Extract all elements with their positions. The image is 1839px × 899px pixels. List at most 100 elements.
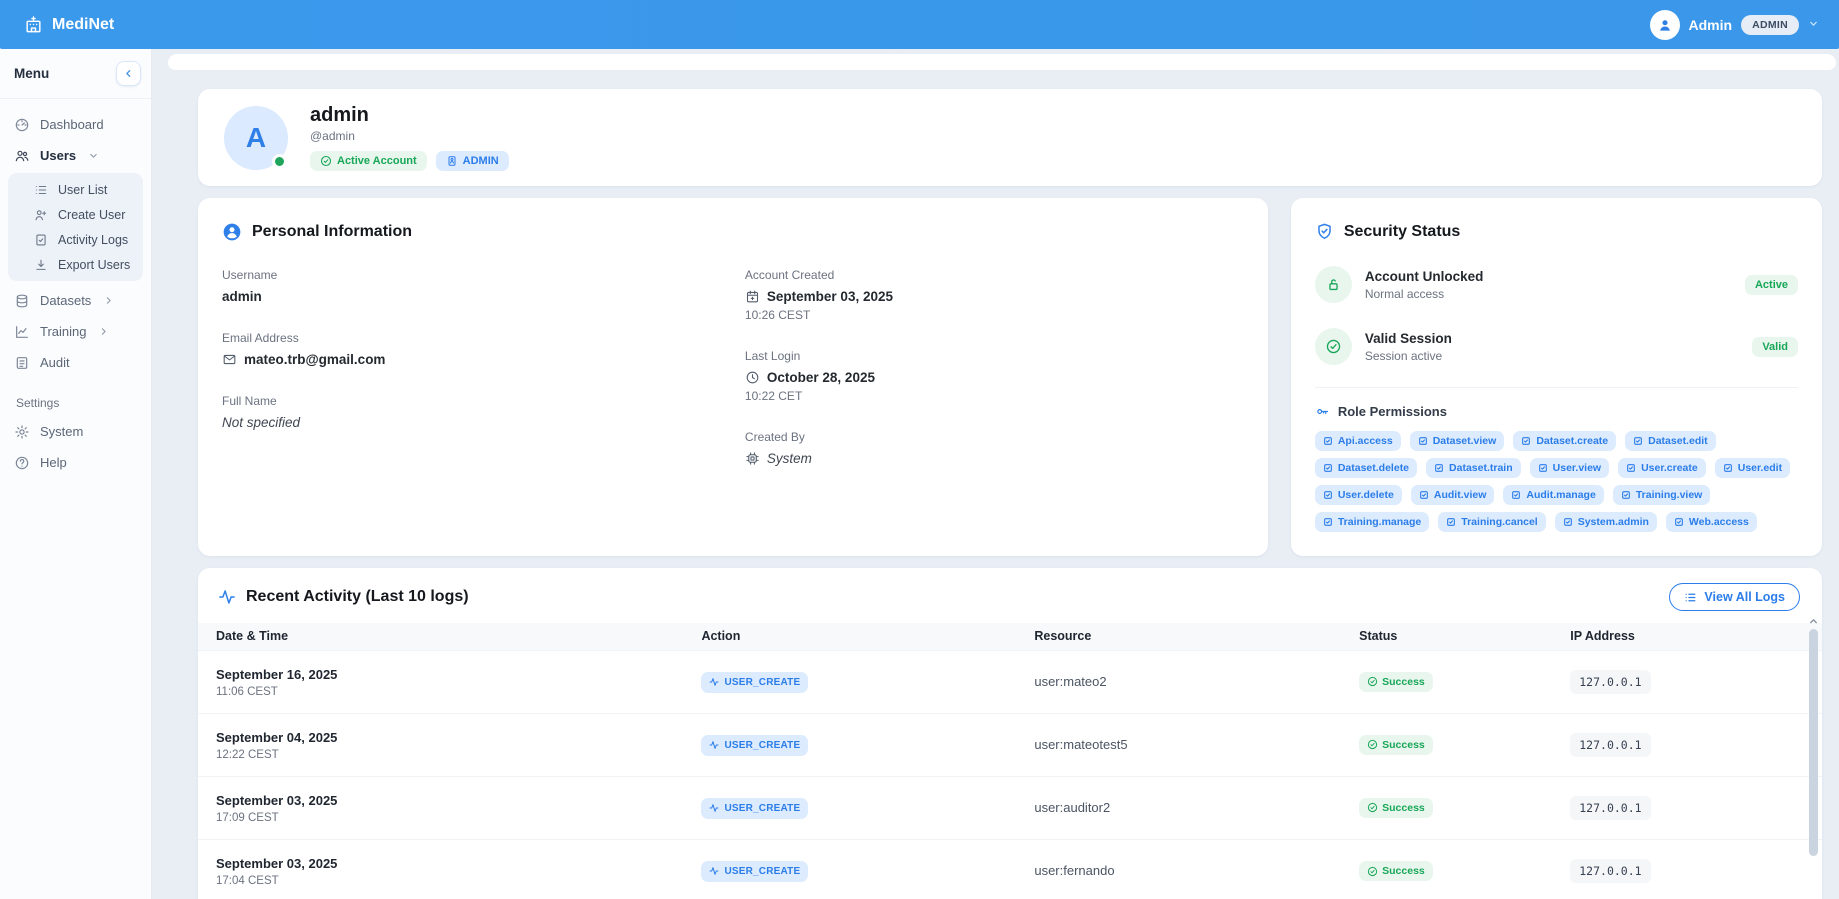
ip-address: 127.0.0.1 (1570, 670, 1651, 694)
key-icon (1315, 404, 1330, 419)
chart-line-icon (14, 324, 30, 340)
col-status: Status (1359, 623, 1571, 651)
action-badge: USER_CREATE (701, 671, 809, 693)
user-menu[interactable]: Admin ADMIN (1649, 9, 1819, 40)
security-divider (1314, 387, 1798, 388)
recent-activity-card: Recent Activity (Last 10 logs) View All … (198, 568, 1822, 899)
chevron-right-icon (103, 295, 114, 306)
settings-section-label: Settings (16, 396, 60, 410)
envelope-icon (222, 352, 237, 367)
sidebar-item-create-user[interactable]: Create User (8, 202, 143, 227)
hospital-icon (24, 15, 43, 34)
question-circle-icon (14, 455, 30, 471)
online-status-dot (272, 153, 287, 169)
permission-chips: Api.access Dataset.view Dataset.create D… (1314, 431, 1798, 532)
activity-table: Date & Time Action Resource Status IP Ad… (198, 623, 1822, 899)
col-ip: IP Address (1570, 623, 1822, 651)
doc-check-icon (34, 233, 48, 247)
chevron-down-icon (88, 150, 99, 161)
ip-address: 127.0.0.1 (1570, 859, 1651, 884)
gear-icon (14, 424, 30, 440)
user-avatar-icon (1649, 9, 1680, 40)
unlock-icon (1314, 266, 1352, 303)
table-scrollbar[interactable] (1806, 616, 1820, 899)
user-name: Admin (1688, 16, 1733, 33)
permission-chip: Dataset.train (1426, 458, 1521, 478)
sidebar-item-help[interactable]: Help (6, 447, 145, 478)
permission-chip: Dataset.delete (1314, 458, 1418, 478)
content-top-strip (168, 54, 1836, 70)
permission-chip: Audit.manage (1503, 485, 1604, 505)
status-badge-valid: Valid (1752, 336, 1798, 357)
permission-chip: Training.view (1612, 485, 1711, 505)
sidebar-item-users[interactable]: Users (6, 140, 145, 171)
permission-chip: Training.manage (1314, 512, 1430, 532)
chevron-right-icon (98, 326, 109, 337)
users-submenu: User List Create User Activity Logs Expo… (8, 173, 143, 281)
permission-chip: Training.cancel (1438, 512, 1546, 532)
check-circle-icon (1314, 328, 1352, 365)
action-badge: USER_CREATE (701, 860, 809, 882)
id-badge-icon (448, 156, 456, 166)
role-permissions-title: Role Permissions (1337, 404, 1447, 419)
sidebar-item-export-users[interactable]: Export Users (8, 252, 143, 277)
sidebar-collapse-button[interactable] (116, 61, 141, 86)
list-icon (34, 183, 48, 197)
person-circle-icon (223, 223, 241, 241)
cpu-icon (745, 451, 760, 466)
active-account-badge: Active Account (310, 151, 427, 171)
sidebar: Menu Dashboard Users User List Create Us… (0, 49, 152, 899)
profile-handle: @admin (310, 129, 355, 143)
ip-address: 127.0.0.1 (1570, 796, 1651, 820)
activity-pulse-icon (219, 590, 235, 604)
sidebar-item-activity-logs[interactable]: Activity Logs (8, 227, 143, 252)
brand: MediNet (24, 15, 114, 34)
field-account-created: Account Created September 03, 2025 10:26… (744, 268, 893, 322)
admin-role-badge: ADMIN (435, 151, 509, 171)
action-badge: USER_CREATE (701, 797, 809, 819)
table-row: September 03, 2025 17:09 CEST USER_CREATE… (198, 776, 1822, 840)
permission-chip: Audit.view (1410, 485, 1495, 505)
topbar: MediNet Admin ADMIN (0, 0, 1839, 49)
security-status-card: Security Status Account Unlocked Normal … (1290, 198, 1822, 556)
sidebar-item-user-list[interactable]: User List (8, 177, 143, 202)
field-fullname: Full Name Not specified (222, 394, 301, 430)
sidebar-item-training[interactable]: Training (6, 316, 145, 347)
profile-name: admin (310, 104, 369, 126)
clock-icon (745, 370, 760, 385)
permission-chip: User.delete (1314, 485, 1402, 505)
sidebar-item-audit[interactable]: Audit (6, 347, 145, 378)
sidebar-item-datasets[interactable]: Datasets (6, 285, 145, 316)
table-row: September 04, 2025 12:22 CEST USER_CREATE… (198, 713, 1822, 777)
status-badge: Success (1359, 797, 1433, 818)
activity-pulse-icon (709, 678, 719, 686)
field-username: Username admin (222, 268, 278, 304)
permission-chip: User.view (1529, 458, 1610, 478)
download-icon (34, 258, 48, 272)
status-badge: Success (1359, 734, 1433, 755)
view-all-logs-button[interactable]: View All Logs (1669, 583, 1800, 611)
permission-chip: User.edit (1714, 458, 1791, 478)
sidebar-item-system[interactable]: System (6, 416, 145, 447)
checkbox-check-icon (1323, 437, 1332, 445)
user-plus-icon (34, 208, 48, 222)
caret-down-icon (1808, 16, 1819, 34)
field-email: Email Address mateo.trb@gmail.com (222, 331, 386, 367)
users-icon (14, 148, 30, 164)
col-action: Action (701, 623, 1035, 651)
scroll-up-icon[interactable] (1808, 616, 1819, 627)
permission-chip: Web.access (1665, 512, 1757, 532)
profile-card: A admin @admin Active Account ADMIN (198, 89, 1822, 186)
user-role-badge: ADMIN (1741, 14, 1799, 35)
menu-title: Menu (14, 66, 50, 81)
brand-name: MediNet (52, 15, 115, 33)
col-date-time: Date & Time (198, 623, 702, 651)
scrollbar-thumb[interactable] (1808, 629, 1818, 857)
permission-chip: User.create (1618, 458, 1706, 478)
permission-chip: Dataset.edit (1625, 431, 1716, 451)
security-item-unlocked: Account Unlocked Normal access Active (1314, 266, 1798, 303)
permission-chip: Dataset.create (1513, 431, 1617, 451)
scrollbar-track[interactable] (1808, 629, 1818, 899)
sidebar-item-dashboard[interactable]: Dashboard (6, 109, 145, 140)
personal-info-title: Personal Information (252, 223, 413, 240)
